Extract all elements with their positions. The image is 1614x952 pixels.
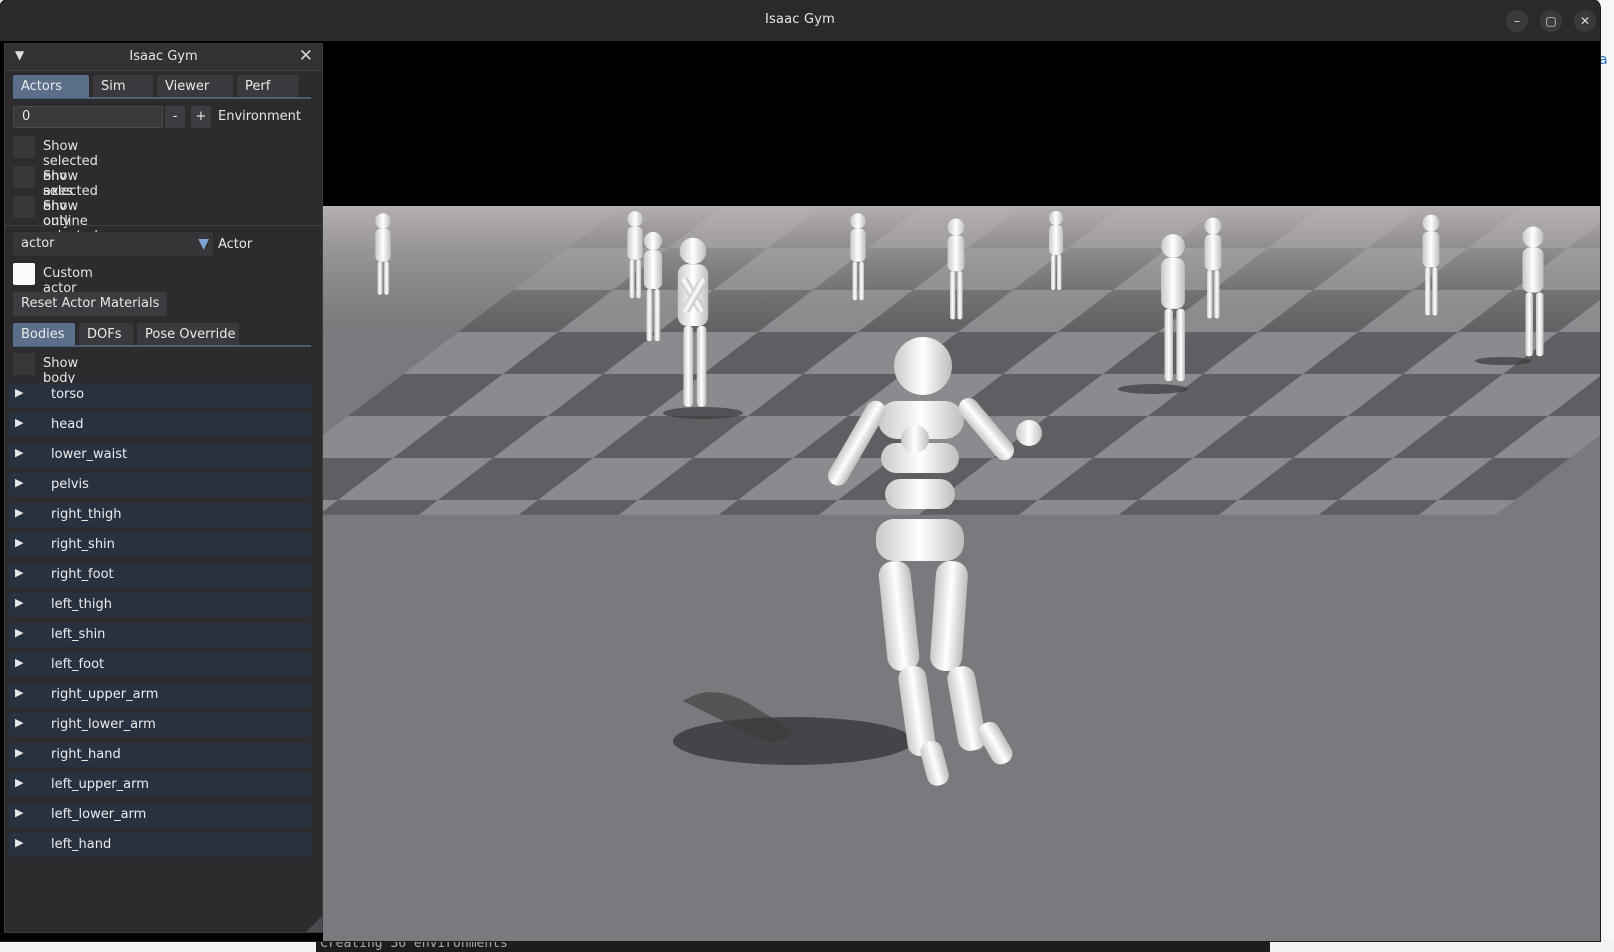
tree-row-right-shin[interactable]: ▶ right_shin xyxy=(9,533,311,557)
divider xyxy=(5,225,322,226)
tree-row-right-lower-arm[interactable]: ▶ right_lower_arm xyxy=(9,713,311,737)
minimize-icon[interactable]: – xyxy=(1506,10,1528,32)
show-env-outline-checkbox[interactable] xyxy=(13,166,35,188)
expand-triangle-icon[interactable]: ▶ xyxy=(15,806,23,819)
tree-row-left-hand[interactable]: ▶ left_hand xyxy=(9,833,311,857)
actor-label: Actor xyxy=(218,237,253,252)
expand-triangle-icon[interactable]: ▶ xyxy=(15,506,23,519)
tree-row-left-shin[interactable]: ▶ left_shin xyxy=(9,623,311,647)
expand-triangle-icon[interactable]: ▶ xyxy=(15,776,23,789)
expand-triangle-icon[interactable]: ▶ xyxy=(15,656,23,669)
show-only-env-checkbox[interactable] xyxy=(13,196,35,218)
tree-row-right-foot[interactable]: ▶ right_foot xyxy=(9,563,311,587)
reset-actor-materials-button[interactable]: Reset Actor Materials xyxy=(13,292,168,316)
actor-select-value: actor xyxy=(21,236,55,251)
expand-triangle-icon[interactable]: ▶ xyxy=(15,836,23,849)
expand-triangle-icon[interactable]: ▶ xyxy=(15,446,23,459)
tab-perf[interactable]: Perf xyxy=(237,75,299,98)
expand-triangle-icon[interactable]: ▶ xyxy=(15,716,23,729)
tree-row-right-upper-arm[interactable]: ▶ right_upper_arm xyxy=(9,683,311,707)
tree-row-left-upper-arm[interactable]: ▶ left_upper_arm xyxy=(9,773,311,797)
expand-triangle-icon[interactable]: ▶ xyxy=(15,596,23,609)
maximize-icon[interactable]: ▢ xyxy=(1540,10,1562,32)
actor-select[interactable]: actor ▼ xyxy=(13,232,213,256)
tree-row-lower-waist[interactable]: ▶ lower_waist xyxy=(9,443,311,467)
expand-triangle-icon[interactable]: ▶ xyxy=(15,536,23,549)
chevron-down-icon: ▼ xyxy=(198,236,209,252)
tree-row-right-thigh[interactable]: ▶ right_thigh xyxy=(9,503,311,527)
expand-triangle-icon[interactable]: ▶ xyxy=(15,416,23,429)
show-body-indices-checkbox[interactable] xyxy=(13,353,35,375)
expand-triangle-icon[interactable]: ▶ xyxy=(15,566,23,579)
tree-row-right-hand[interactable]: ▶ right_hand xyxy=(9,743,311,767)
tree-row-left-lower-arm[interactable]: ▶ left_lower_arm xyxy=(9,803,311,827)
expand-triangle-icon[interactable]: ▶ xyxy=(15,476,23,489)
isaac-gym-panel: ▼ Isaac Gym ✕ Actors Sim Viewer Perf 0 -… xyxy=(4,43,323,933)
tab-underline xyxy=(13,97,311,99)
environment-decrement-button[interactable]: - xyxy=(165,106,185,128)
resize-grip[interactable] xyxy=(306,916,322,932)
tree-row-left-thigh[interactable]: ▶ left_thigh xyxy=(9,593,311,617)
panel-header[interactable]: ▼ Isaac Gym ✕ xyxy=(5,44,322,71)
title-bar[interactable]: Isaac Gym – ▢ ✕ xyxy=(0,0,1600,41)
tab-bodies[interactable]: Bodies xyxy=(13,323,75,346)
window-title: Isaac Gym xyxy=(764,12,836,27)
environment-label: Environment xyxy=(218,109,302,124)
expand-triangle-icon[interactable]: ▶ xyxy=(15,626,23,639)
show-env-axes-checkbox[interactable] xyxy=(13,136,35,158)
tab-pose-override[interactable]: Pose Override xyxy=(137,323,239,346)
custom-color-swatch[interactable] xyxy=(13,263,35,285)
environment-index-input[interactable]: 0 xyxy=(13,106,163,128)
environment-increment-button[interactable]: + xyxy=(191,106,211,128)
tab-viewer[interactable]: Viewer xyxy=(157,75,233,98)
tab-sim[interactable]: Sim xyxy=(93,75,153,98)
tab-dofs[interactable]: DOFs xyxy=(79,323,133,346)
expand-triangle-icon[interactable]: ▶ xyxy=(15,686,23,699)
expand-triangle-icon[interactable]: ▶ xyxy=(15,746,23,759)
tree-row-head[interactable]: ▶ head xyxy=(9,413,311,437)
tree-row-pelvis[interactable]: ▶ pelvis xyxy=(9,473,311,497)
panel-title: Isaac Gym xyxy=(129,49,198,64)
tab-actors[interactable]: Actors xyxy=(13,75,89,98)
bodies-tree: ▶ torso ▶ head ▶ lower_waist ▶ pelvis ▶ right… xyxy=(9,383,311,863)
tree-row-left-foot[interactable]: ▶ left_foot xyxy=(9,653,311,677)
subtab-underline xyxy=(13,345,311,347)
background-app-edge: a xyxy=(1598,0,1614,952)
close-icon[interactable]: ✕ xyxy=(1574,10,1596,32)
expand-triangle-icon[interactable]: ▶ xyxy=(15,386,23,399)
simulation-viewport[interactable] xyxy=(323,41,1600,941)
tree-row-torso[interactable]: ▶ torso xyxy=(9,383,311,407)
close-icon[interactable]: ✕ xyxy=(299,46,313,66)
background-text-fragment: a xyxy=(1599,52,1608,68)
